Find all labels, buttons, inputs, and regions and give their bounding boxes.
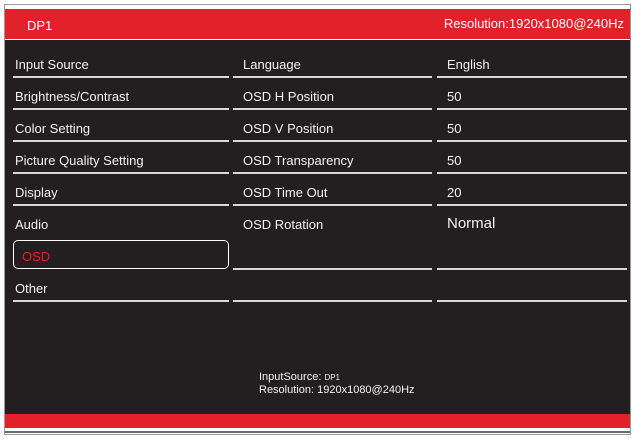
menu-item-label: Brightness/Contrast — [15, 89, 130, 104]
resolution-indicator: Resolution:1920x1080@240Hz — [443, 16, 624, 31]
menu-item-label: Input Source — [15, 57, 89, 72]
divider — [233, 140, 432, 142]
divider — [13, 300, 229, 302]
setting-value: 20 — [447, 185, 462, 200]
setting-name: Language — [243, 57, 301, 72]
osd-panel: Input Source Brightness/Contrast Color S… — [5, 40, 630, 414]
divider — [437, 140, 627, 142]
divider — [13, 172, 229, 174]
menu-item-label: Picture Quality Setting — [15, 153, 144, 168]
footer-info: InputSource: DP1 Resolution: 1920x1080@2… — [259, 371, 415, 397]
divider — [233, 76, 432, 78]
footer-input-line: InputSource: DP1 — [259, 371, 415, 384]
menu-item-label: Display — [15, 185, 58, 200]
footer-input-value: DP1 — [324, 373, 340, 382]
setting-value: 50 — [447, 121, 462, 136]
setting-name: OSD Rotation — [243, 217, 324, 232]
divider — [13, 76, 229, 78]
menu-item-label: Color Setting — [15, 121, 91, 136]
header-bar: DP1 Resolution:1920x1080@240Hz — [5, 7, 630, 39]
divider — [13, 108, 229, 110]
divider — [13, 140, 229, 142]
divider — [437, 204, 627, 206]
divider — [233, 268, 432, 270]
setting-value: 50 — [447, 153, 462, 168]
divider — [233, 300, 432, 302]
value-osd-rotation[interactable]: Normal — [437, 208, 627, 240]
setting-value: Normal — [447, 215, 496, 232]
bottom-divider — [5, 431, 630, 433]
footer-resolution-value: 1920x1080@240Hz — [317, 384, 415, 396]
divider — [233, 108, 432, 110]
setting-name: OSD H Position — [243, 89, 335, 104]
divider — [437, 300, 627, 302]
setting-value: 50 — [447, 89, 462, 104]
divider — [437, 268, 627, 270]
setting-name: OSD V Position — [243, 121, 334, 136]
input-source-indicator: DP1 — [27, 18, 53, 33]
menu-item-label: Audio — [15, 217, 49, 232]
footer-input-label: InputSource: — [259, 371, 322, 383]
setting-osd-rotation[interactable]: OSD Rotation — [233, 208, 433, 240]
footer-bar — [5, 414, 630, 428]
divider — [437, 172, 627, 174]
menu-item-osd-selected[interactable]: OSD — [13, 240, 229, 269]
menu-item-audio[interactable]: Audio — [5, 208, 233, 240]
setting-name: OSD Transparency — [243, 153, 354, 168]
divider — [437, 108, 627, 110]
divider — [233, 172, 432, 174]
menu-item-label: OSD — [22, 249, 51, 264]
footer-resolution-label: Resolution: — [259, 384, 315, 396]
footer-resolution-line: Resolution: 1920x1080@240Hz — [259, 384, 415, 397]
divider — [13, 204, 229, 206]
setting-value: English — [447, 57, 490, 72]
divider — [233, 204, 432, 206]
divider — [437, 76, 627, 78]
setting-name: OSD Time Out — [243, 185, 328, 200]
menu-item-label: Other — [15, 281, 48, 296]
